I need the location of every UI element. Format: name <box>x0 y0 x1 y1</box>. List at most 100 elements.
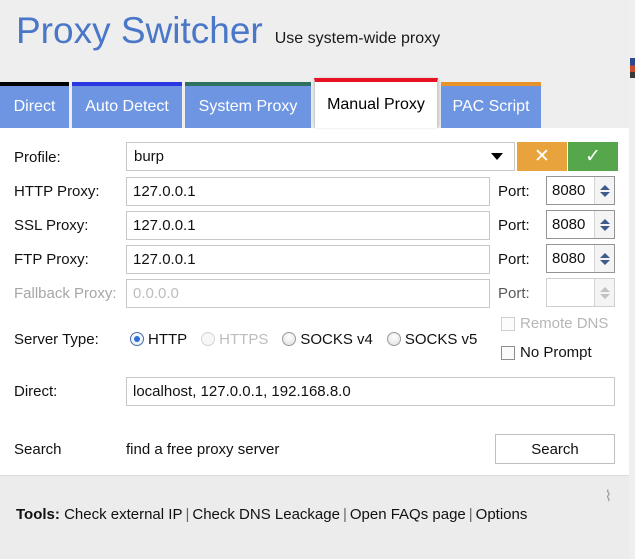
chevron-up-icon[interactable] <box>599 184 610 190</box>
chevron-down-icon[interactable] <box>599 259 610 265</box>
tools-link-check-dns-leackage[interactable]: Check DNS Leackage <box>192 506 340 523</box>
tab-manual-proxy[interactable]: Manual Proxy <box>314 78 438 128</box>
search-button[interactable]: Search <box>495 434 615 464</box>
tab-direct[interactable]: Direct <box>0 82 69 128</box>
proxy-switcher-window: Proxy Switcher Use system-wide proxy Dir… <box>0 0 635 559</box>
ssl-proxy-port-label: Port: <box>498 216 530 234</box>
ssl-proxy-input[interactable] <box>126 210 490 240</box>
server-type-radio-socks-v5[interactable]: SOCKS v5 <box>386 330 478 348</box>
radio-dot-icon <box>386 332 401 346</box>
radio-label: SOCKS v5 <box>404 330 478 348</box>
checkbox-box-icon <box>501 316 515 331</box>
tab-label: Auto Detect <box>85 98 169 115</box>
chevron-down-icon[interactable] <box>599 293 610 299</box>
fallback-proxy-port-input[interactable] <box>547 279 594 306</box>
http-proxy-port-label: Port: <box>498 182 530 200</box>
fallback-proxy-row: Fallback Proxy: Port: <box>0 278 629 308</box>
direct-label: Direct: <box>14 382 58 400</box>
ssl-proxy-label: SSL Proxy: <box>14 216 89 234</box>
header-titles: Proxy Switcher Use system-wide proxy <box>16 12 440 49</box>
fallback-proxy-input[interactable] <box>126 278 490 308</box>
no-prompt-checkbox[interactable]: No Prompt <box>501 344 592 361</box>
chevron-up-icon[interactable] <box>599 218 610 224</box>
ssl-proxy-row: SSL Proxy: Port: <box>0 210 629 240</box>
spinner-arrows-icon[interactable] <box>594 279 614 306</box>
profile-select-value: burp <box>134 148 165 165</box>
save-profile-button[interactable]: ✓ <box>568 142 618 171</box>
remote-dns-label: Remote DNS <box>520 315 609 332</box>
server-type-radio-group: HTTP HTTPS SOCKS v4 SOCKS v5 <box>130 324 491 354</box>
radio-label: SOCKS v4 <box>300 330 373 348</box>
tools-separator: | <box>468 506 473 523</box>
tools-footer: Tools: Check external IP | Check DNS Leack… <box>0 475 629 559</box>
manual-proxy-panel: Profile: burp ✕ ✓ HTTP Proxy:Port:SSL Pr… <box>0 128 629 475</box>
tab-auto-detect[interactable]: Auto Detect <box>72 82 182 128</box>
tools-separator: | <box>342 506 347 523</box>
ssl-proxy-port-input[interactable] <box>547 211 594 238</box>
spinner-arrows-icon[interactable] <box>594 211 614 238</box>
radio-label: HTTP <box>148 330 188 348</box>
chevron-down-icon[interactable] <box>599 191 610 197</box>
background-window-edge <box>628 0 635 559</box>
ssl-proxy-port-stepper[interactable] <box>546 210 615 239</box>
tools-separator: | <box>185 506 190 523</box>
http-proxy-input[interactable] <box>126 176 490 206</box>
http-proxy-label: HTTP Proxy: <box>14 182 100 200</box>
search-row: Search find a free proxy server Search <box>0 434 629 464</box>
ftp-proxy-input[interactable] <box>126 244 490 274</box>
server-type-radio-https: HTTPS <box>201 331 268 348</box>
no-prompt-label: No Prompt <box>520 344 592 361</box>
tools-link-open-faqs-page[interactable]: Open FAQs page <box>350 506 466 523</box>
chevron-up-icon[interactable] <box>599 286 610 292</box>
spinner-arrows-icon[interactable] <box>594 245 614 272</box>
delete-profile-button[interactable]: ✕ <box>517 142 567 171</box>
ftp-proxy-port-input[interactable] <box>547 245 594 272</box>
ftp-proxy-row: FTP Proxy: Port: <box>0 244 629 274</box>
fallback-proxy-port-label: Port: <box>498 284 530 302</box>
fallback-proxy-port-stepper[interactable] <box>546 278 615 307</box>
remote-dns-checkbox: Remote DNS <box>501 315 608 332</box>
tools-links: Tools: Check external IP | Check DNS Leack… <box>16 506 527 523</box>
tab-system-proxy[interactable]: System Proxy <box>185 82 311 128</box>
radio-dot-icon <box>282 332 297 346</box>
profile-row: Profile: burp ✕ ✓ <box>0 142 629 172</box>
search-label: Search <box>14 440 62 458</box>
fallback-proxy-label: Fallback Proxy: <box>14 284 117 302</box>
app-title: Proxy Switcher <box>16 10 263 51</box>
radio-dot-icon <box>130 332 144 346</box>
tab-label: Manual Proxy <box>327 96 425 113</box>
http-proxy-port-input[interactable] <box>547 177 594 204</box>
app-subtitle: Use system-wide proxy <box>274 30 441 47</box>
resize-grip-icon[interactable]: ⌇ <box>605 487 612 505</box>
tools-label: Tools: <box>16 506 60 523</box>
tools-link-options[interactable]: Options <box>476 506 528 523</box>
app-header: Proxy Switcher Use system-wide proxy <box>0 0 629 76</box>
checkbox-box-icon <box>501 345 515 360</box>
tab-label: PAC Script <box>452 98 530 115</box>
profile-label: Profile: <box>14 148 61 166</box>
direct-row: Direct: <box>0 376 629 406</box>
server-type-radio-http[interactable]: HTTP <box>130 331 187 348</box>
http-proxy-row: HTTP Proxy: Port: <box>0 176 629 206</box>
search-hint-text: find a free proxy server <box>126 440 280 458</box>
http-proxy-port-stepper[interactable] <box>546 176 615 205</box>
spinner-arrows-icon[interactable] <box>594 177 614 204</box>
radio-label: HTTPS <box>219 330 269 348</box>
ftp-proxy-port-label: Port: <box>498 250 530 268</box>
tab-label: Direct <box>13 98 56 115</box>
chevron-up-icon[interactable] <box>599 252 610 258</box>
tools-link-check-external-ip[interactable]: Check external IP <box>64 506 182 523</box>
server-type-label: Server Type: <box>14 330 99 348</box>
background-window-icon <box>630 58 635 78</box>
chevron-down-icon[interactable] <box>599 225 610 231</box>
chevron-down-icon <box>491 153 503 160</box>
ftp-proxy-port-stepper[interactable] <box>546 244 615 273</box>
direct-input[interactable] <box>126 376 615 406</box>
tab-label: System Proxy <box>198 98 298 115</box>
ftp-proxy-label: FTP Proxy: <box>14 250 89 268</box>
tab-bar: Direct Auto Detect System Proxy Manual Prox… <box>0 76 629 128</box>
tab-pac-script[interactable]: PAC Script <box>441 82 541 128</box>
profile-select[interactable]: burp <box>126 142 515 171</box>
server-type-radio-socks-v4[interactable]: SOCKS v4 <box>282 331 373 348</box>
radio-dot-icon <box>201 332 216 346</box>
